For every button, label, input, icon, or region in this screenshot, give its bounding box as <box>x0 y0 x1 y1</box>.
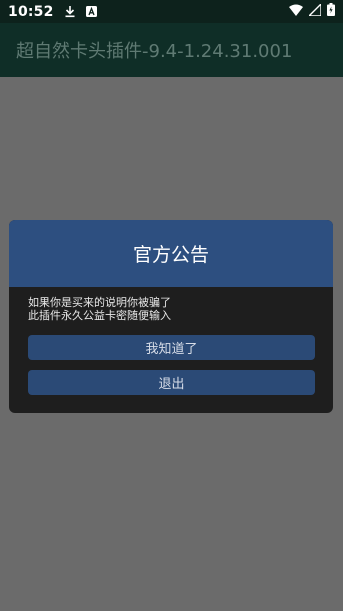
signal-icon <box>307 1 322 20</box>
status-time: 10:52 <box>8 3 54 20</box>
dialog-title: 官方公告 <box>132 244 209 266</box>
app-bar: 超自然卡头插件-9.4-1.24.31.001 <box>0 23 343 77</box>
exit-button[interactable]: 退出 <box>28 370 315 395</box>
wifi-icon <box>289 4 303 20</box>
dialog-header: 官方公告 <box>9 220 333 287</box>
dialog-message-line-1: 如果你是买来的说明你被骗了 <box>28 296 171 309</box>
battery-icon <box>327 3 335 20</box>
font-a-icon <box>85 6 97 17</box>
dialog-body: 如果你是买来的说明你被骗了 此插件永久公益卡密随便输入 <box>9 287 333 322</box>
confirm-button[interactable]: 我知道了 <box>28 335 315 360</box>
status-bar: 10:52 <box>0 0 343 23</box>
announcement-dialog: 官方公告 如果你是买来的说明你被骗了 此插件永久公益卡密随便输入 我知道了 退出 <box>9 220 333 413</box>
dialog-message-line-2: 此插件永久公益卡密随便输入 <box>28 309 171 322</box>
status-right-icons <box>289 1 335 20</box>
app-title: 超自然卡头插件-9.4-1.24.31.001 <box>16 41 293 62</box>
download-icon <box>64 5 76 18</box>
